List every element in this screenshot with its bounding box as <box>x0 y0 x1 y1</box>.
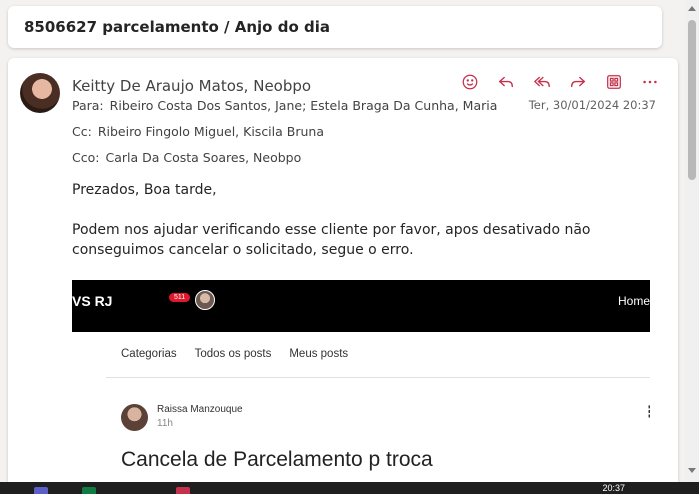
post-author-avatar <box>121 404 148 431</box>
embed-tab: Todos os posts <box>194 348 272 360</box>
embed-divider <box>106 377 650 378</box>
cc-label: Cc: <box>72 124 92 139</box>
cc-recipients[interactable]: Ribeiro Fingolo Miguel, Kiscila Bruna <box>98 124 324 139</box>
vertical-scrollbar[interactable] <box>685 0 699 484</box>
embedded-screenshot: VS RJ 511 Home Categorias Todos os posts… <box>72 280 650 488</box>
taskbar: 20:37 <box>0 482 699 494</box>
scroll-up-arrow-icon[interactable] <box>688 6 696 11</box>
to-line: Para: Ribeiro Costa Dos Santos, Jane; Est… <box>72 98 497 113</box>
email-subject: 8506627 parcelamento / Anjo do dia <box>24 18 330 36</box>
app-icon[interactable] <box>176 487 190 494</box>
embed-nav-home: Home <box>617 294 650 308</box>
to-label: Para: <box>72 98 104 113</box>
to-recipients[interactable]: Ribeiro Costa Dos Santos, Jane; Estela B… <box>110 98 498 113</box>
sender-avatar[interactable] <box>20 73 60 113</box>
embed-brand: VS RJ <box>72 293 113 309</box>
embed-top-bar: VS RJ 511 Home <box>72 280 650 332</box>
scroll-down-arrow-icon[interactable] <box>688 468 696 473</box>
message-actions <box>458 70 662 94</box>
sender-name[interactable]: Keitty De Araujo Matos, Neobpo <box>72 77 311 95</box>
message-card: Keitty De Araujo Matos, Neobpo Para: Ribe… <box>8 58 678 488</box>
post-title: Cancela de Parcelamento p troca <box>121 448 433 471</box>
email-body: Podem nos ajudar verificando esse client… <box>72 222 591 258</box>
embed-tab: Meus posts <box>289 348 349 360</box>
post-author: Raissa Manzouque <box>157 404 243 415</box>
post-time: 11h <box>157 418 173 429</box>
reply-icon[interactable] <box>494 70 518 94</box>
bcc-recipients[interactable]: Carla Da Costa Soares, Neobpo <box>105 150 301 165</box>
scroll-thumb[interactable] <box>688 20 696 180</box>
sent-date: Ter, 30/01/2024 20:37 <box>528 98 656 112</box>
notification-badge: 511 <box>169 293 191 302</box>
more-icon[interactable] <box>638 70 662 94</box>
apps-icon[interactable] <box>602 70 626 94</box>
teams-icon[interactable] <box>34 487 48 494</box>
email-greeting: Prezados, Boa tarde, <box>72 182 217 198</box>
embed-tab: Categorias <box>121 348 177 360</box>
excel-icon[interactable] <box>82 487 96 494</box>
bcc-label: Cco: <box>72 150 100 165</box>
post-more-icon: ⋮ <box>642 402 650 421</box>
bcc-line: Cco: Carla Da Costa Soares, Neobpo <box>72 150 301 165</box>
taskbar-clock: 20:37 <box>602 483 625 493</box>
cc-line: Cc: Ribeiro Fingolo Miguel, Kiscila Bruna <box>72 124 324 139</box>
reply-all-icon[interactable] <box>530 70 554 94</box>
embed-user-avatar <box>195 290 215 310</box>
emoji-react-icon[interactable] <box>458 70 482 94</box>
embed-tabs: Categorias Todos os posts Meus posts <box>121 348 348 360</box>
forward-icon[interactable] <box>566 70 590 94</box>
subject-header: 8506627 parcelamento / Anjo do dia <box>8 6 662 48</box>
